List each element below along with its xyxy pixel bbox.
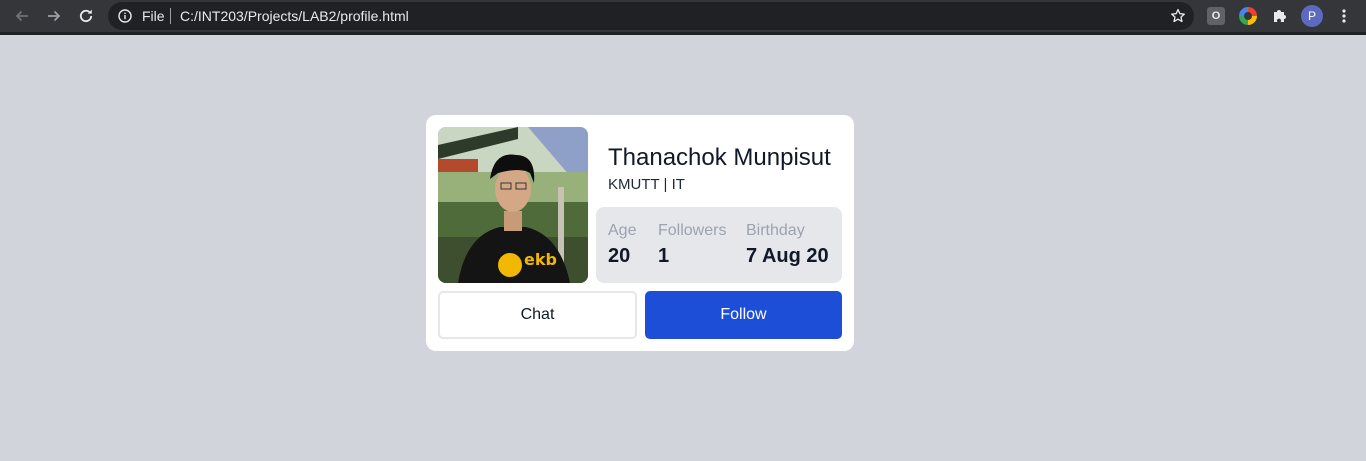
stat-value: 20	[608, 245, 631, 267]
profile-avatar-button[interactable]: P	[1301, 5, 1323, 27]
stat-followers: Followers 1	[658, 222, 726, 268]
profile-photo: ekb	[438, 127, 588, 283]
shirt-logo-text: ekb	[524, 250, 557, 269]
extension-color-ring-button[interactable]	[1239, 7, 1257, 25]
star-icon	[1171, 8, 1185, 23]
stat-label: Followers	[658, 222, 727, 239]
browser-toolbar: File C:/INT203/Projects/LAB2/profile.htm…	[0, 0, 1366, 32]
url-text[interactable]: C:/INT203/Projects/LAB2/profile.html	[180, 8, 409, 24]
browser-menu-button[interactable]	[1336, 8, 1352, 29]
kebab-menu-icon	[1342, 9, 1346, 23]
toolbar-divider	[0, 32, 1366, 35]
follow-button[interactable]: Follow	[645, 291, 842, 339]
stats-panel: Age 20 Followers 1 Birthday 7 Aug 20	[596, 207, 842, 283]
stat-label: Birthday	[746, 222, 805, 239]
stat-birthday: Birthday 7 Aug 20	[746, 222, 829, 268]
stat-label: Age	[608, 222, 637, 239]
back-button[interactable]	[12, 6, 32, 26]
bookmark-button[interactable]	[1170, 8, 1186, 29]
site-info-button[interactable]	[118, 9, 132, 28]
reload-button[interactable]	[76, 6, 96, 26]
stat-value: 7 Aug 20	[746, 245, 829, 267]
scheme-label: File	[142, 8, 165, 24]
extension-o-button[interactable]: O	[1207, 7, 1225, 25]
stat-value: 1	[658, 245, 670, 267]
reload-icon	[79, 9, 93, 23]
address-bar[interactable]: File C:/INT203/Projects/LAB2/profile.htm…	[108, 2, 1194, 30]
omnibox-divider	[170, 8, 171, 24]
back-arrow-icon	[15, 10, 28, 22]
puzzle-icon	[1274, 10, 1286, 22]
info-icon	[118, 9, 132, 23]
profile-card: ekb Thanachok Munpisut KMUTT | IT Age 20…	[426, 115, 854, 351]
forward-button[interactable]	[44, 6, 64, 26]
profile-subtitle: KMUTT | IT	[608, 176, 685, 193]
stat-age: Age 20	[608, 222, 636, 268]
extensions-button[interactable]	[1271, 7, 1289, 25]
chat-button[interactable]: Chat	[438, 291, 637, 339]
forward-arrow-icon	[48, 10, 61, 22]
profile-name: Thanachok Munpisut	[608, 144, 831, 171]
